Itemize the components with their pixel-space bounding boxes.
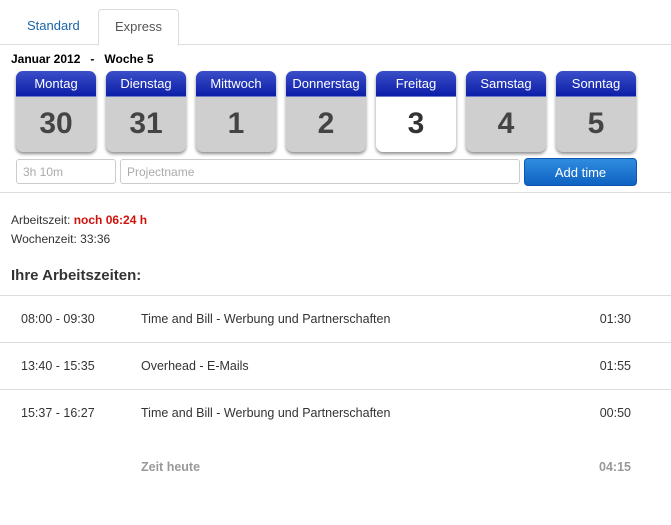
day-number: 1 <box>227 107 245 140</box>
week-info: Januar 2012 - Woche 5 <box>11 52 154 66</box>
day-name: Freitag <box>376 71 456 97</box>
day-wednesday[interactable]: Mittwoch 1 <box>196 71 276 152</box>
entry-time: 13:40 - 15:35 <box>21 359 95 373</box>
day-name: Donnerstag <box>286 71 366 97</box>
tab-bar: Standard Express <box>0 0 671 46</box>
arbeitszeit-label: Arbeitszeit: <box>11 213 71 227</box>
day-name: Dienstag <box>106 71 186 97</box>
entry-time: 15:37 - 16:27 <box>21 406 95 420</box>
day-number: 4 <box>497 107 515 140</box>
divider <box>0 192 671 193</box>
table-row: 15:37 - 16:27 Time and Bill - Werbung un… <box>0 389 671 437</box>
day-name: Samstag <box>466 71 546 97</box>
day-friday[interactable]: Freitag 3 <box>376 71 456 152</box>
separator: - <box>90 52 95 66</box>
entry-duration: 01:55 <box>599 359 631 373</box>
arbeitszeit-value: noch 06:24 h <box>73 213 148 227</box>
section-title: Ihre Arbeitszeiten: <box>11 267 142 284</box>
entry-duration: 01:30 <box>599 312 631 326</box>
day-number: 3 <box>407 107 425 140</box>
day-name: Montag <box>16 71 96 97</box>
week-label: Woche 5 <box>104 52 154 66</box>
time-input[interactable] <box>16 159 116 184</box>
entry-duration: 00:50 <box>599 406 631 420</box>
entry-time: 08:00 - 09:30 <box>21 312 95 326</box>
entry-project: Time and Bill - Werbung und Partnerschaf… <box>141 312 391 326</box>
total-label: Zeit heute <box>141 460 201 474</box>
total-value: 04:15 <box>599 460 631 474</box>
entry-project: Time and Bill - Werbung und Partnerschaf… <box>141 406 391 420</box>
add-time-button[interactable]: Add time <box>524 158 637 186</box>
day-number: 30 <box>39 107 73 140</box>
arbeitszeit: Arbeitszeit: noch 06:24 h <box>11 213 147 227</box>
day-tuesday[interactable]: Dienstag 31 <box>106 71 186 152</box>
day-name: Sonntag <box>556 71 636 97</box>
day-number: 5 <box>587 107 605 140</box>
tab-standard[interactable]: Standard <box>11 9 96 43</box>
day-saturday[interactable]: Samstag 4 <box>466 71 546 152</box>
wochenzeit-value: 33:36 <box>80 232 111 246</box>
day-monday[interactable]: Montag 30 <box>16 71 96 152</box>
wochenzeit-label: Wochenzeit: <box>11 232 77 246</box>
entry-project: Overhead - E-Mails <box>141 359 249 373</box>
table-row: 13:40 - 15:35 Overhead - E-Mails 01:55 <box>0 342 671 390</box>
table-row: 08:00 - 09:30 Time and Bill - Werbung un… <box>0 295 671 343</box>
day-number: 31 <box>129 107 163 140</box>
tab-express[interactable]: Express <box>98 9 179 46</box>
day-name: Mittwoch <box>196 71 276 97</box>
month-label: Januar 2012 <box>11 52 81 66</box>
day-thursday[interactable]: Donnerstag 2 <box>286 71 366 152</box>
project-input[interactable] <box>120 159 520 184</box>
day-sunday[interactable]: Sonntag 5 <box>556 71 636 152</box>
day-number: 2 <box>317 107 335 140</box>
wochenzeit: Wochenzeit: 33:36 <box>11 232 110 246</box>
total-row: Zeit heute 04:15 <box>0 452 671 482</box>
